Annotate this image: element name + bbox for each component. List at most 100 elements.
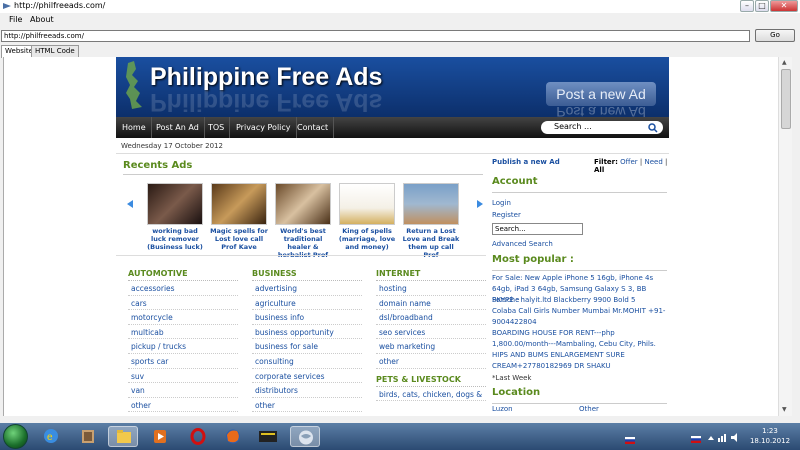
scroll-up-icon[interactable]: ▲ xyxy=(782,59,787,66)
category-link[interactable]: consulting xyxy=(252,354,362,369)
keyboard-layout-icon[interactable] xyxy=(691,436,701,443)
category-link[interactable]: sports car xyxy=(128,354,238,369)
category-link[interactable]: accessories xyxy=(128,281,238,296)
app-icon[interactable] xyxy=(253,426,283,447)
site-search-input[interactable]: Search ... xyxy=(541,121,663,134)
nav-tos[interactable]: TOS xyxy=(203,117,231,138)
category-link[interactable]: pickup / trucks xyxy=(128,339,238,354)
divider xyxy=(123,174,483,175)
filter-offer[interactable]: Offer xyxy=(620,158,638,166)
category-link[interactable]: business for sale xyxy=(252,339,362,354)
ie-icon[interactable]: e xyxy=(36,426,66,447)
site-navbar: Home Post An Ad TOS Privacy Policy Conta… xyxy=(116,117,669,138)
close-button[interactable]: ✕ xyxy=(770,0,798,12)
svg-text:e: e xyxy=(47,432,53,443)
category-link[interactable]: business opportunity xyxy=(252,325,362,340)
volume-icon[interactable] xyxy=(731,433,740,442)
location-link[interactable]: Luzon xyxy=(492,405,513,413)
register-link[interactable]: Register xyxy=(492,211,521,219)
category-link[interactable]: dsl/broadband xyxy=(376,310,486,325)
ad-thumbnail xyxy=(147,183,203,225)
category-link[interactable]: domain name xyxy=(376,296,486,311)
folder-icon[interactable] xyxy=(108,426,138,447)
library-icon[interactable] xyxy=(73,426,103,447)
nav-contact[interactable]: Contact xyxy=(292,117,335,138)
category-link[interactable]: seo services xyxy=(376,325,486,340)
category-link[interactable]: van xyxy=(128,383,238,398)
category-link[interactable]: other xyxy=(376,354,486,369)
scroll-down-icon[interactable]: ▼ xyxy=(782,406,787,413)
category-link[interactable]: other xyxy=(128,398,238,413)
nav-post-ad[interactable]: Post An Ad xyxy=(151,117,205,138)
ad-caption[interactable]: working bad luck remover (Business luck) xyxy=(144,227,206,251)
go-button[interactable]: Go xyxy=(755,29,795,42)
recent-ad-card[interactable]: working bad luck remover (Business luck) xyxy=(144,183,206,251)
category-link[interactable]: motorcycle xyxy=(128,310,238,325)
advanced-search-link[interactable]: Advanced Search xyxy=(492,240,553,248)
login-link[interactable]: Login xyxy=(492,199,511,207)
nav-home[interactable]: Home xyxy=(117,117,152,138)
scrollbar-thumb[interactable] xyxy=(781,69,791,129)
account-heading: Account xyxy=(492,176,538,187)
post-ad-reflection: Post a new Ad xyxy=(556,104,646,117)
category-link[interactable]: birds, cats, chicken, dogs & xyxy=(376,387,486,402)
category-link[interactable]: agriculture xyxy=(252,296,362,311)
recent-ad-card[interactable]: Return a Lost Love and Break them up cal… xyxy=(400,183,462,259)
category-link[interactable]: distributors xyxy=(252,383,362,398)
recent-ad-card[interactable]: World's best traditional healer & herbal… xyxy=(272,183,334,259)
carousel-next-icon[interactable] xyxy=(475,199,485,209)
category-business: BUSINESS advertising agriculture busines… xyxy=(252,269,362,413)
menu-about[interactable]: About xyxy=(30,15,54,24)
category-link[interactable]: other xyxy=(252,398,362,413)
recent-ad-card[interactable]: Magic spells for Lost love call Prof Kav… xyxy=(208,183,270,251)
popular-ad-link[interactable]: SKYPE : halyit.ltd Blackberry 9900 Bold … xyxy=(492,295,669,306)
media-player-icon[interactable] xyxy=(145,426,175,447)
recent-ad-card[interactable]: King of spells (marriage, love and money… xyxy=(336,183,398,251)
tab-html-code[interactable]: HTML Code xyxy=(31,45,79,57)
category-link[interactable]: corporate services xyxy=(252,369,362,384)
category-link[interactable]: web marketing xyxy=(376,339,486,354)
category-heading[interactable]: PETS & LIVESTOCK xyxy=(376,375,486,387)
popular-ad-link[interactable]: Colaba Call Girls Number Mumbai Mr.MOHIT… xyxy=(492,306,669,328)
current-date: Wednesday 17 October 2012 xyxy=(121,142,223,150)
ad-caption[interactable]: King of spells (marriage, love and money… xyxy=(336,227,398,251)
firefox-icon[interactable] xyxy=(218,426,248,447)
menu-file[interactable]: File xyxy=(9,15,22,24)
post-ad-banner-button[interactable]: Post a new Ad xyxy=(546,82,656,106)
filter-need[interactable]: Need xyxy=(645,158,663,166)
popular-ad-link[interactable]: HIPS AND BUMS ENLARGEMENT SURE CREAM+277… xyxy=(492,350,669,372)
site-search-placeholder: Search ... xyxy=(554,122,592,131)
minimize-button[interactable]: – xyxy=(740,0,754,12)
start-button[interactable] xyxy=(3,424,28,449)
category-heading[interactable]: AUTOMOTIVE xyxy=(128,269,238,281)
category-link[interactable]: business info xyxy=(252,310,362,325)
url-input[interactable]: http://philfreeads.com/ xyxy=(1,30,750,42)
category-link[interactable]: hosting xyxy=(376,281,486,296)
tray-arrow-icon[interactable] xyxy=(707,434,715,442)
publish-ad-link[interactable]: Publish a new Ad xyxy=(492,158,560,166)
ad-caption[interactable]: Magic spells for Lost love call Prof Kav… xyxy=(208,227,270,251)
recent-ads-heading: Recents Ads xyxy=(123,160,193,171)
network-icon[interactable] xyxy=(718,433,727,442)
filter-all[interactable]: All xyxy=(594,166,604,174)
browser-viewport[interactable]: Philippine Free Ads Philippine Free Ads … xyxy=(3,57,778,416)
category-link[interactable]: multicab xyxy=(128,325,238,340)
vertical-scrollbar[interactable]: ▲ ▼ xyxy=(778,57,792,416)
sidebar-search-input[interactable]: Search... xyxy=(492,223,583,235)
app-icon xyxy=(3,3,11,9)
category-link[interactable]: suv xyxy=(128,369,238,384)
popular-ad-link[interactable]: BOARDING HOUSE FOR RENT---php 1,800.00/m… xyxy=(492,328,669,350)
nav-privacy-policy[interactable]: Privacy Policy xyxy=(231,117,297,138)
browser-app-icon[interactable] xyxy=(290,426,320,447)
magnifier-icon[interactable] xyxy=(648,123,658,133)
category-heading[interactable]: INTERNET xyxy=(376,269,486,281)
opera-icon[interactable] xyxy=(183,426,213,447)
location-link[interactable]: Other xyxy=(579,405,599,413)
category-link[interactable]: advertising xyxy=(252,281,362,296)
maximize-button[interactable]: □ xyxy=(755,0,769,12)
category-heading[interactable]: BUSINESS xyxy=(252,269,362,281)
system-clock[interactable]: 1:23 18.10.2012 xyxy=(745,426,795,446)
carousel-prev-icon[interactable] xyxy=(125,199,135,209)
category-link[interactable]: cars xyxy=(128,296,238,311)
language-flag-icon[interactable] xyxy=(625,437,635,444)
